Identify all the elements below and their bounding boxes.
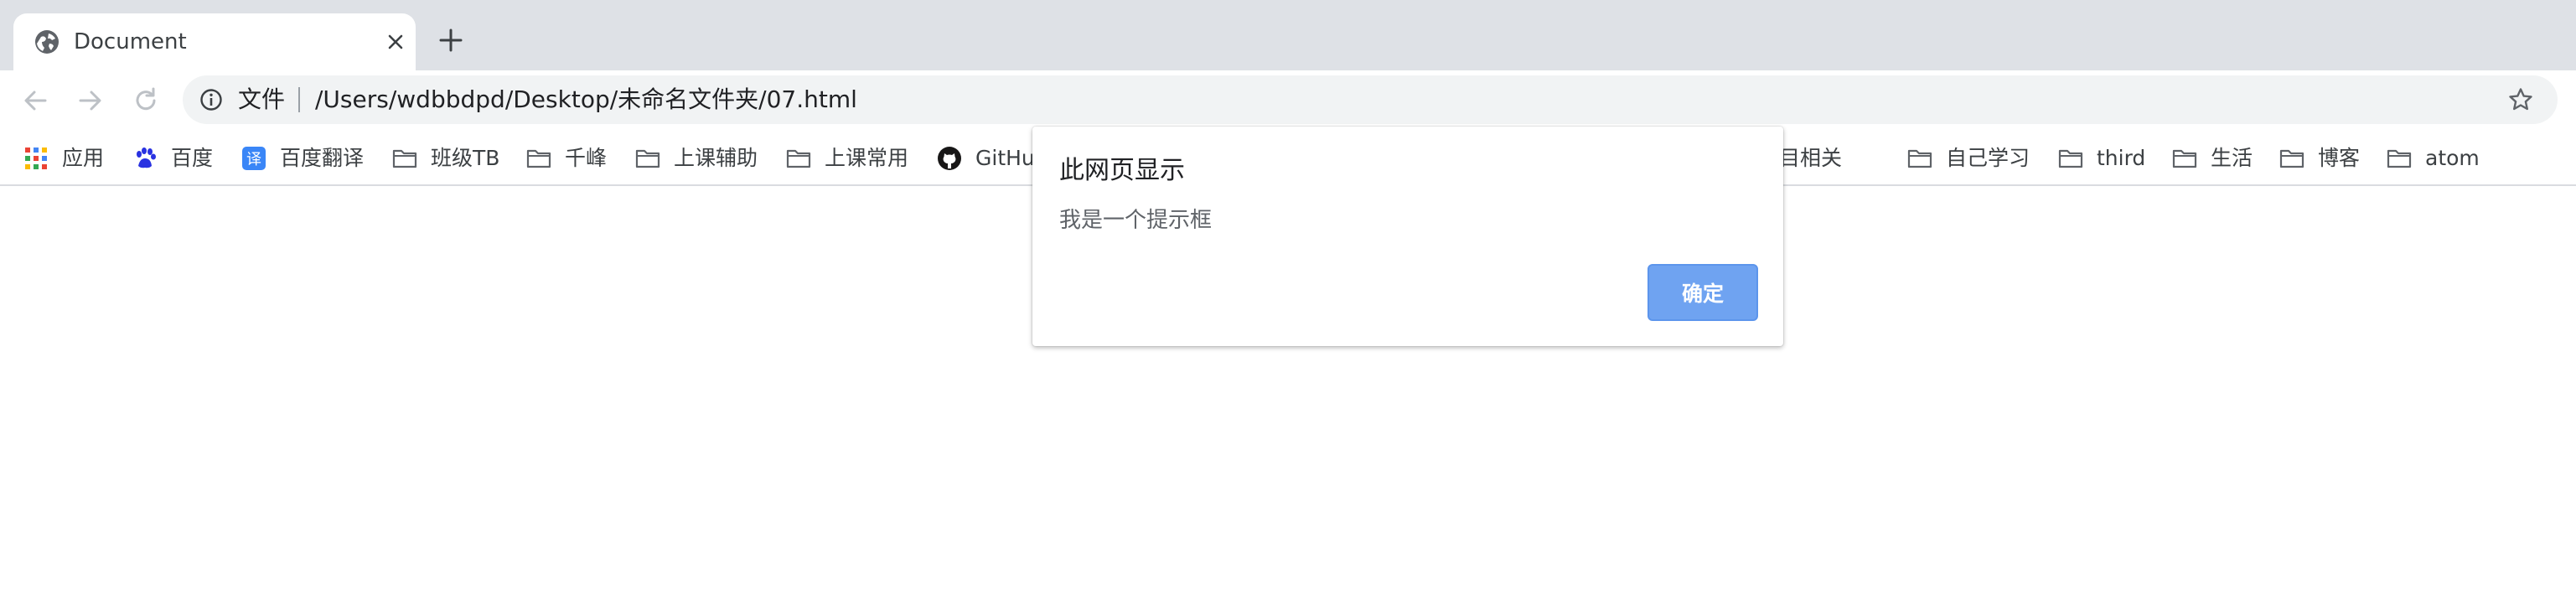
bookmark-label: 百度翻译 bbox=[280, 146, 365, 170]
bookmark-label: 博客 bbox=[2318, 146, 2361, 170]
bookmark-label: 班级TB bbox=[431, 146, 500, 170]
bookmark-label: 生活 bbox=[2211, 146, 2253, 170]
bookmark-label: 百度 bbox=[171, 146, 214, 170]
bookmark-folder-self-study[interactable]: 自己学习 bbox=[1907, 139, 2030, 178]
svg-text:译: 译 bbox=[246, 151, 261, 168]
arrow-left-icon[interactable] bbox=[20, 85, 50, 116]
reload-icon[interactable] bbox=[131, 85, 161, 116]
close-icon[interactable] bbox=[385, 32, 406, 52]
folder-icon bbox=[2387, 149, 2412, 168]
bookmark-folder-classtb[interactable]: 班级TB bbox=[392, 139, 499, 178]
bookmark-folder-atom[interactable]: atom bbox=[2387, 139, 2480, 178]
bookmark-github[interactable]: GitHub bbox=[937, 139, 1048, 178]
bookmark-folder-life[interactable]: 生活 bbox=[2172, 139, 2253, 178]
address-bar[interactable]: 文件 /Users/wdbbdpd/Desktop/未命名文件夹/07.html bbox=[183, 75, 2558, 124]
bookmark-apps[interactable]: 应用 bbox=[23, 139, 104, 178]
bookmark-label: atom bbox=[2425, 146, 2480, 170]
bookmark-baidu[interactable]: 百度 bbox=[132, 139, 213, 178]
plus-icon[interactable] bbox=[437, 27, 464, 54]
dialog-message: 我是一个提示框 bbox=[1059, 208, 1213, 233]
ok-button[interactable]: 确定 bbox=[1648, 264, 1758, 321]
folder-icon bbox=[2172, 149, 2197, 168]
bookmark-label: third bbox=[2097, 146, 2146, 170]
folder-icon bbox=[1907, 149, 1932, 168]
tab-document[interactable]: Document bbox=[13, 13, 416, 70]
bookmark-folder-third[interactable]: third bbox=[2058, 139, 2145, 178]
bookmark-folder-class-common[interactable]: 上课常用 bbox=[786, 139, 908, 178]
dialog-title: 此网页显示 bbox=[1059, 156, 1185, 185]
bookmark-label: 自己学习 bbox=[1946, 146, 2030, 170]
baidu-paw-icon bbox=[137, 148, 156, 168]
folder-icon bbox=[392, 149, 417, 168]
apps-grid-icon bbox=[25, 148, 47, 169]
bookmark-label: 上课常用 bbox=[825, 146, 909, 170]
bookmark-folder-qianfeng[interactable]: 千峰 bbox=[526, 139, 607, 178]
url-text[interactable]: /Users/wdbbdpd/Desktop/未命名文件夹/07.html bbox=[315, 83, 857, 116]
address-separator bbox=[298, 87, 300, 112]
arrow-right-icon[interactable] bbox=[75, 85, 106, 116]
bookmark-label: 应用 bbox=[62, 146, 105, 170]
bookmark-label: 上课辅助 bbox=[674, 146, 758, 170]
tab-strip: Document bbox=[0, 0, 2576, 70]
star-icon[interactable] bbox=[2507, 86, 2534, 113]
bookmark-label: 千峰 bbox=[565, 146, 608, 170]
bookmark-baidu-translate[interactable]: 译 百度翻译 bbox=[241, 139, 364, 178]
tab-title: Document bbox=[74, 29, 187, 54]
alert-dialog: 此网页显示 我是一个提示框 确定 bbox=[1032, 127, 1783, 346]
toolbar: 文件 /Users/wdbbdpd/Desktop/未命名文件夹/07.html bbox=[0, 70, 2576, 131]
info-icon[interactable] bbox=[199, 88, 223, 111]
bookmark-folder-blog[interactable]: 博客 bbox=[2279, 139, 2360, 178]
globe-icon bbox=[35, 30, 59, 54]
folder-icon bbox=[2279, 149, 2304, 168]
github-icon bbox=[938, 147, 961, 170]
site-label: 文件 bbox=[238, 85, 286, 113]
bookmark-folder-class-assist[interactable]: 上课辅助 bbox=[635, 139, 758, 178]
folder-icon bbox=[635, 149, 660, 168]
folder-icon bbox=[2058, 149, 2083, 168]
folder-icon bbox=[526, 149, 551, 168]
translate-icon: 译 bbox=[242, 147, 266, 170]
folder-icon bbox=[786, 149, 811, 168]
